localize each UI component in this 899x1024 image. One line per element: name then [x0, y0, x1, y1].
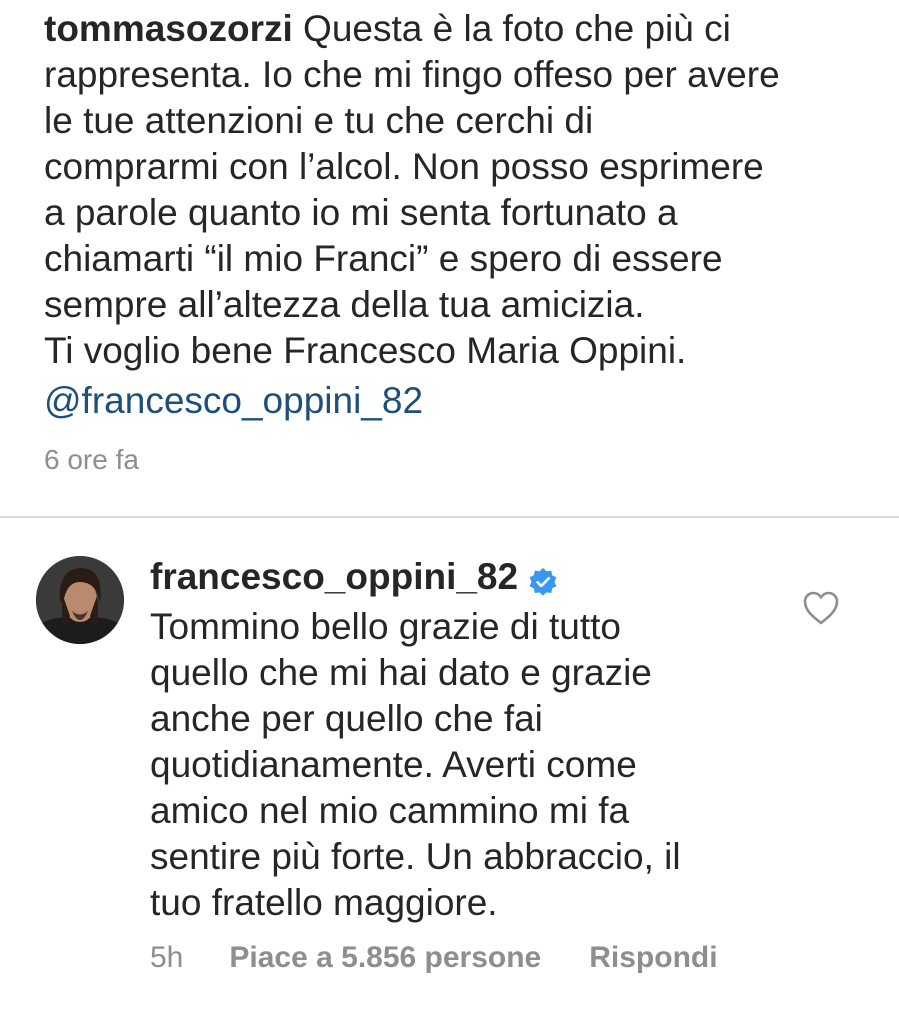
comment-line: quello che mi hai dato e grazie — [150, 652, 652, 693]
comment-line: quotidianamente. Averti come — [150, 744, 637, 785]
verified-badge-icon — [528, 560, 558, 596]
caption-username[interactable]: tommasozorzi — [44, 8, 293, 49]
caption-line: Questa è la foto che più ci — [292, 8, 731, 49]
caption-timestamp: 6 ore fa — [44, 444, 139, 475]
caption-line: chiamarti “il mio Franci” e spero di ess… — [44, 238, 723, 279]
comment-line: Tommino bello grazie di tutto — [150, 606, 621, 647]
comment-line: anche per quello che fai — [150, 698, 543, 739]
comment-line: tuo fratello maggiore. — [150, 882, 498, 923]
caption-line: Ti voglio bene Francesco Maria Oppini. — [44, 330, 687, 371]
caption-line: a parole quanto io mi senta fortunato a — [44, 192, 678, 233]
caption-line: comprarmi con l’alcol. Non posso esprime… — [44, 146, 764, 187]
post-caption: tommasozorzi Questa è la foto che più ci… — [44, 6, 884, 374]
heart-outline-icon[interactable] — [802, 590, 840, 626]
likes-count-link[interactable]: Piace a 5.856 persone — [229, 941, 541, 974]
comment-text: Tommino bello grazie di tutto quello che… — [150, 604, 790, 926]
comment-line: sentire più forte. Un abbraccio, il — [150, 836, 681, 877]
comment-username[interactable]: francesco_oppini_82 — [150, 556, 518, 597]
reply-button[interactable]: Rispondi — [589, 941, 717, 974]
comment-header: francesco_oppini_82 — [150, 552, 558, 602]
comment-line: amico nel mio cammino mi fa — [150, 790, 630, 831]
comment-meta: 5h Piace a 5.856 persone Rispondi — [150, 936, 718, 980]
caption-line: le tue attenzioni e tu che cerchi di — [44, 100, 594, 141]
caption-line: rappresenta. Io che mi fingo offeso per … — [44, 54, 780, 95]
comment-timestamp: 5h — [150, 941, 184, 974]
caption-mention-link[interactable]: @francesco_oppini_82 — [44, 378, 423, 424]
divider — [0, 516, 899, 518]
caption-line: sempre all’altezza della tua amicizia. — [44, 284, 645, 325]
avatar[interactable] — [36, 556, 124, 644]
